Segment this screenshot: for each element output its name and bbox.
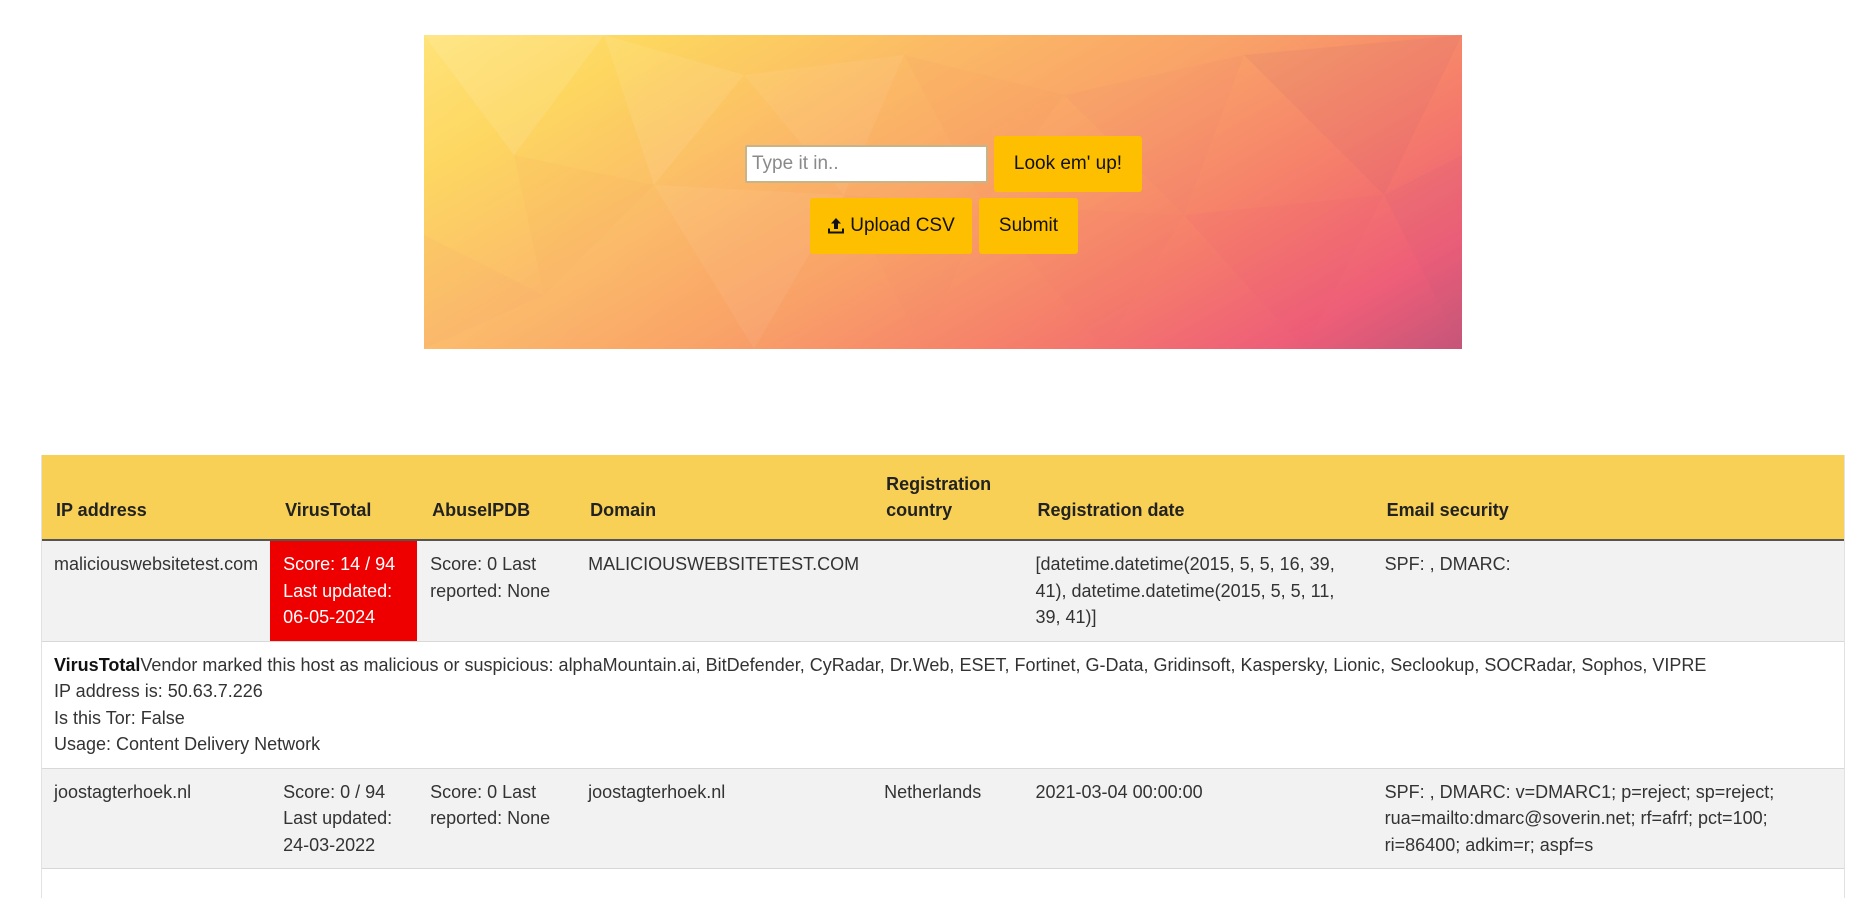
column-header-registration-date: Registration date <box>1022 455 1372 541</box>
cell-abuseipdb: Score: 0 Last reported: None <box>417 540 576 641</box>
column-header-domain: Domain <box>575 455 872 541</box>
cell-registration-country <box>871 540 1023 641</box>
cell-email-security: SPF: , DMARC: <box>1371 540 1845 641</box>
cell-virustotal-malicious: Score: 14 / 94 Last updated: 06-05-2024 <box>270 540 418 641</box>
cell-registration-date: 2021-03-04 00:00:00 <box>1022 768 1372 869</box>
column-header-email-security: Email security <box>1371 455 1845 541</box>
cell-domain: joostagterhoek.nl <box>575 768 872 869</box>
upload-form: Upload CSV Submit <box>810 198 1078 254</box>
upload-csv-label: Upload CSV <box>850 215 955 236</box>
cell-ip-address: joostagterhoek.nl <box>41 768 271 869</box>
detail-usage: Usage: Content Delivery Network <box>54 734 321 754</box>
detail-ip-address: IP address is: 50.63.7.226 <box>54 681 263 701</box>
virustotal-details: VirusTotalVendor marked this host as mal… <box>41 641 1845 769</box>
look-em-up-button[interactable]: Look em' up! <box>994 136 1142 192</box>
table-header-row: IP address VirusTotal AbuseIPDB Domain R… <box>41 455 1845 541</box>
cell-registration-country: Netherlands <box>871 768 1023 869</box>
upload-icon <box>828 218 845 234</box>
detail-title: VirusTotal <box>54 654 141 675</box>
submit-button[interactable]: Submit <box>979 198 1078 254</box>
results-table: IP address VirusTotal AbuseIPDB Domain R… <box>41 455 1845 869</box>
table-row[interactable]: joostagterhoek.nl Score: 0 / 94 Last upd… <box>41 768 1845 869</box>
cell-registration-date: [datetime.datetime(2015, 5, 5, 16, 39, 4… <box>1022 540 1372 641</box>
search-form: Look em' up! <box>745 136 1142 192</box>
column-header-abuseipdb: AbuseIPDB <box>417 455 576 541</box>
virustotal-score: Score: 0 / 94 <box>283 781 386 802</box>
cell-ip-address: maliciouswebsitetest.com <box>41 540 271 641</box>
polygon-background <box>424 35 1462 349</box>
detail-row: VirusTotalVendor marked this host as mal… <box>41 641 1845 769</box>
column-header-ip-address: IP address <box>41 455 271 541</box>
cell-domain: MALICIOUSWEBSITETEST.COM <box>575 540 872 641</box>
search-input[interactable] <box>745 145 988 183</box>
table-row[interactable]: maliciouswebsitetest.com Score: 14 / 94 … <box>41 540 1845 641</box>
vendor-list: Vendor marked this host as malicious or … <box>140 654 1707 675</box>
cell-virustotal: Score: 0 / 94 Last updated: 24-03-2022 <box>270 768 418 869</box>
detail-tor-status: Is this Tor: False <box>54 707 185 728</box>
upload-csv-button[interactable]: Upload CSV <box>810 198 972 254</box>
hero-banner <box>424 35 1462 349</box>
column-header-registration-country: Registration country <box>871 455 1023 541</box>
vendor-line: VirusTotalVendor marked this host as mal… <box>54 652 1833 679</box>
cell-email-security: SPF: , DMARC: v=DMARC1; p=reject; sp=rej… <box>1371 768 1845 869</box>
cell-abuseipdb: Score: 0 Last reported: None <box>417 768 576 869</box>
virustotal-score: Score: 14 / 94 <box>283 554 396 574</box>
virustotal-last-updated: Last updated: 24-03-2022 <box>283 808 393 855</box>
virustotal-last-updated: Last updated: 06-05-2024 <box>283 580 393 628</box>
column-header-virustotal: VirusTotal <box>270 455 418 541</box>
